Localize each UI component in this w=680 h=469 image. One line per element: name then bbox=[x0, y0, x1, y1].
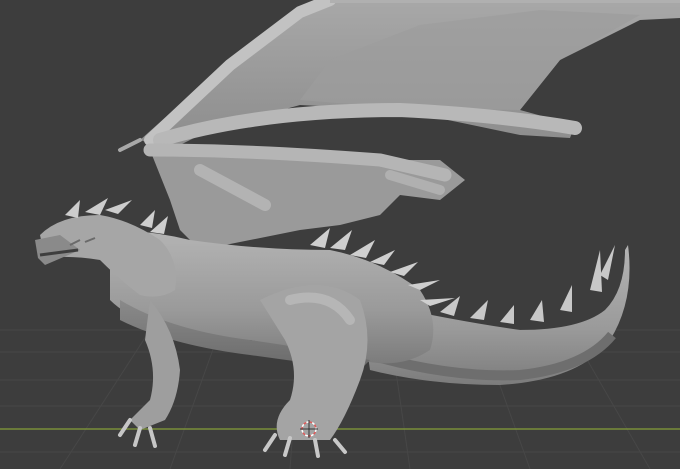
dragon-wing-lower[interactable] bbox=[118, 138, 465, 250]
dragon-wing-upper[interactable] bbox=[140, 0, 680, 150]
3d-viewport[interactable] bbox=[0, 0, 680, 469]
dragon-head[interactable] bbox=[35, 198, 176, 297]
dragon-hind-leg[interactable] bbox=[260, 285, 368, 458]
